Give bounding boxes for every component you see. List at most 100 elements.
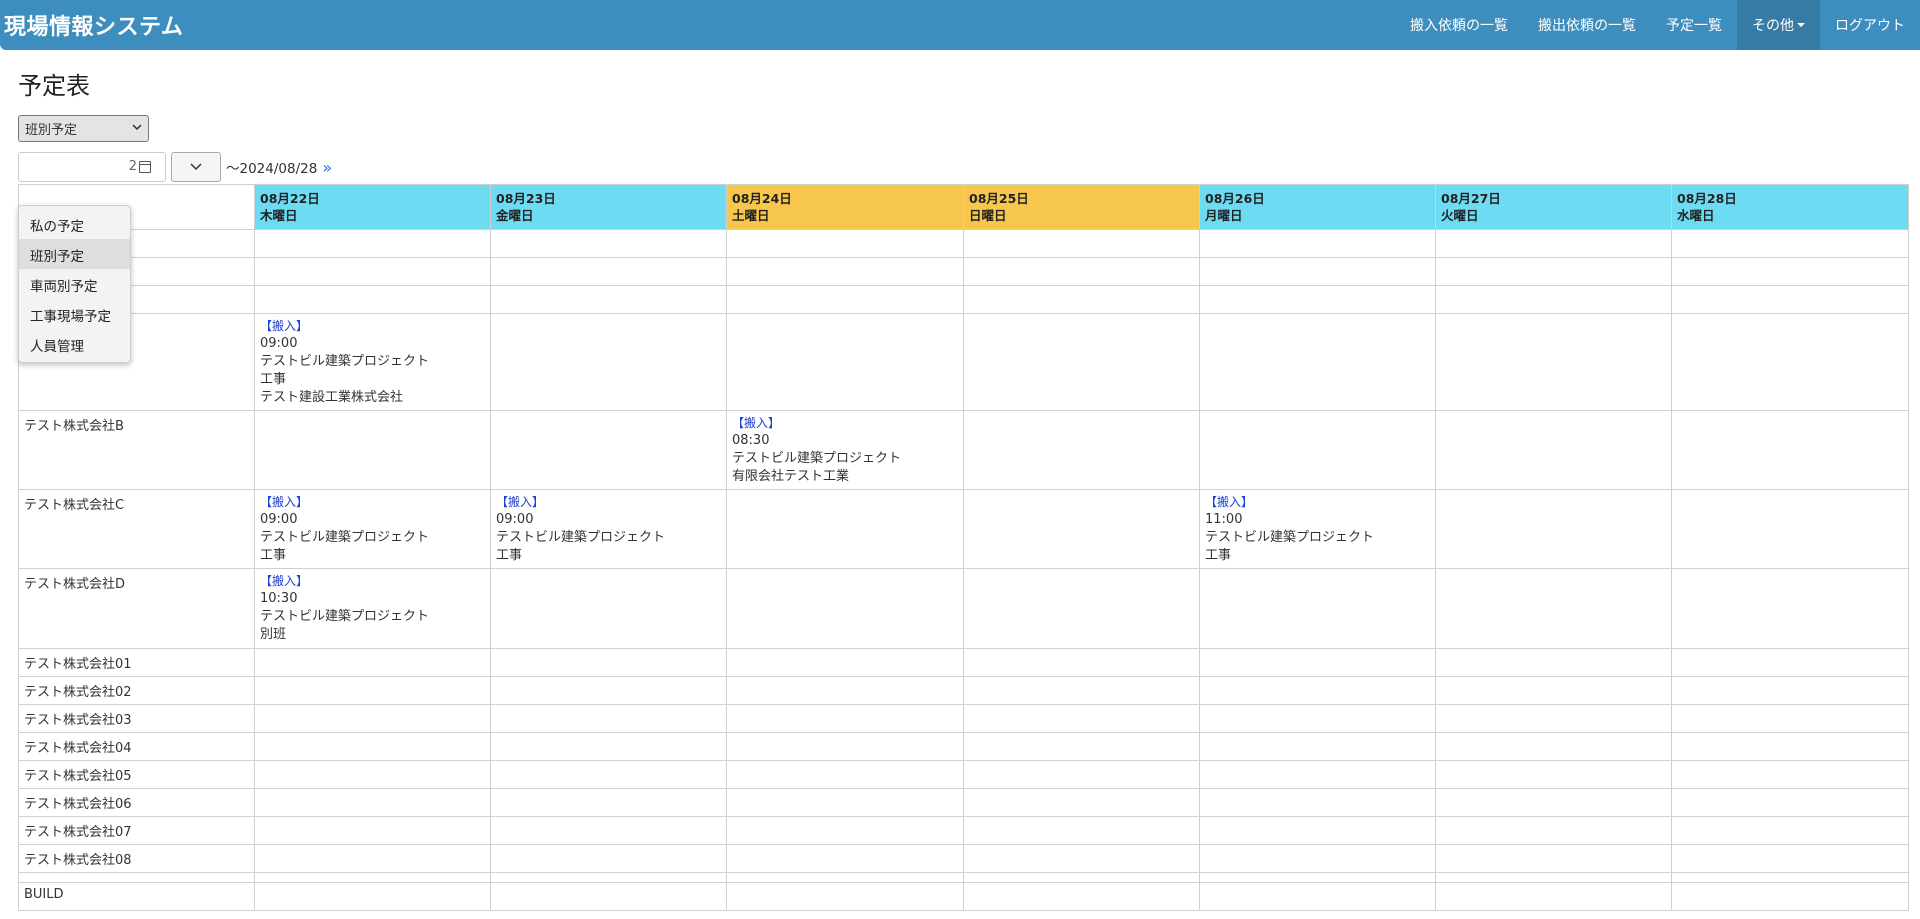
schedule-cell[interactable] bbox=[1671, 844, 1909, 873]
app-title[interactable]: 現場情報システム bbox=[0, 9, 183, 41]
schedule-cell[interactable] bbox=[963, 704, 1200, 733]
nav-logout[interactable]: ログアウト bbox=[1820, 0, 1920, 50]
schedule-cell[interactable] bbox=[1671, 872, 1909, 883]
schedule-cell[interactable] bbox=[490, 648, 727, 677]
schedule-cell[interactable] bbox=[963, 313, 1200, 411]
schedule-cell[interactable] bbox=[963, 648, 1200, 677]
nav-other-dropdown[interactable]: その他 bbox=[1737, 0, 1820, 50]
schedule-cell[interactable]: 【搬入】 08:30 テストビル建築プロジェクト 有限会社テスト工業 bbox=[726, 410, 964, 490]
period-select[interactable] bbox=[171, 152, 221, 182]
schedule-cell[interactable] bbox=[1435, 704, 1672, 733]
event-type-tag[interactable]: 【搬入】 bbox=[496, 493, 721, 511]
option-my-schedule[interactable]: 私の予定 bbox=[19, 209, 130, 239]
schedule-cell[interactable] bbox=[726, 788, 964, 817]
option-site-schedule[interactable]: 工事現場予定 bbox=[19, 299, 130, 329]
schedule-cell[interactable] bbox=[1671, 760, 1909, 789]
schedule-cell[interactable] bbox=[254, 704, 491, 733]
schedule-cell[interactable] bbox=[254, 844, 491, 873]
schedule-cell[interactable] bbox=[490, 285, 727, 314]
schedule-cell[interactable] bbox=[254, 732, 491, 761]
schedule-cell[interactable] bbox=[726, 704, 964, 733]
event-type-tag[interactable]: 【搬入】 bbox=[732, 414, 958, 432]
schedule-cell[interactable] bbox=[254, 676, 491, 705]
event-type-tag[interactable]: 【搬入】 bbox=[260, 317, 485, 335]
schedule-cell[interactable] bbox=[1671, 816, 1909, 845]
schedule-cell[interactable] bbox=[1199, 676, 1436, 705]
schedule-cell[interactable] bbox=[490, 732, 727, 761]
schedule-cell[interactable] bbox=[1435, 410, 1672, 490]
schedule-cell[interactable] bbox=[1671, 676, 1909, 705]
schedule-cell[interactable] bbox=[726, 760, 964, 789]
schedule-cell[interactable] bbox=[1671, 257, 1909, 286]
view-select[interactable]: 班別予定 bbox=[18, 115, 149, 142]
schedule-cell[interactable] bbox=[1199, 313, 1436, 411]
schedule-cell[interactable]: 【搬入】 09:00 テストビル建築プロジェクト 工事 bbox=[490, 489, 727, 569]
schedule-cell[interactable] bbox=[490, 257, 727, 286]
schedule-cell[interactable] bbox=[726, 816, 964, 845]
schedule-cell[interactable] bbox=[1671, 229, 1909, 258]
schedule-cell[interactable] bbox=[1671, 882, 1909, 911]
schedule-cell[interactable]: 【搬入】 11:00 テストビル建築プロジェクト 工事 bbox=[1199, 489, 1436, 569]
schedule-cell[interactable] bbox=[1199, 410, 1436, 490]
schedule-cell[interactable] bbox=[254, 410, 491, 490]
schedule-cell[interactable] bbox=[963, 816, 1200, 845]
schedule-cell[interactable] bbox=[726, 257, 964, 286]
event-type-tag[interactable]: 【搬入】 bbox=[260, 572, 485, 590]
schedule-cell[interactable] bbox=[963, 788, 1200, 817]
schedule-cell[interactable] bbox=[1199, 568, 1436, 649]
schedule-cell[interactable] bbox=[1671, 489, 1909, 569]
schedule-cell[interactable] bbox=[1435, 257, 1672, 286]
schedule-cell[interactable] bbox=[726, 872, 964, 883]
event-type-tag[interactable]: 【搬入】 bbox=[1205, 493, 1430, 511]
schedule-cell[interactable] bbox=[1435, 229, 1672, 258]
schedule-cell[interactable] bbox=[254, 760, 491, 789]
schedule-cell[interactable] bbox=[963, 872, 1200, 883]
schedule-cell[interactable] bbox=[1199, 257, 1436, 286]
schedule-cell[interactable] bbox=[254, 872, 491, 883]
schedule-cell[interactable] bbox=[963, 410, 1200, 490]
option-staff-management[interactable]: 人員管理 bbox=[19, 329, 130, 359]
schedule-cell[interactable] bbox=[1435, 882, 1672, 911]
option-vehicle-schedule[interactable]: 車両別予定 bbox=[19, 269, 130, 299]
schedule-cell[interactable] bbox=[254, 816, 491, 845]
schedule-cell[interactable] bbox=[1199, 704, 1436, 733]
schedule-cell[interactable] bbox=[1435, 313, 1672, 411]
schedule-cell[interactable] bbox=[726, 844, 964, 873]
schedule-cell[interactable] bbox=[963, 760, 1200, 789]
schedule-cell[interactable] bbox=[726, 732, 964, 761]
schedule-cell[interactable] bbox=[1671, 648, 1909, 677]
schedule-cell[interactable] bbox=[1199, 816, 1436, 845]
schedule-cell[interactable] bbox=[726, 676, 964, 705]
schedule-cell[interactable] bbox=[963, 285, 1200, 314]
schedule-cell[interactable] bbox=[963, 882, 1200, 911]
schedule-cell[interactable] bbox=[963, 568, 1200, 649]
schedule-cell[interactable] bbox=[726, 648, 964, 677]
schedule-cell[interactable] bbox=[254, 648, 491, 677]
schedule-cell[interactable] bbox=[490, 704, 727, 733]
schedule-cell[interactable] bbox=[1671, 788, 1909, 817]
schedule-cell[interactable] bbox=[1435, 676, 1672, 705]
schedule-cell[interactable] bbox=[1199, 882, 1436, 911]
schedule-cell[interactable] bbox=[1435, 568, 1672, 649]
schedule-cell[interactable] bbox=[1671, 285, 1909, 314]
schedule-cell[interactable] bbox=[490, 760, 727, 789]
schedule-cell[interactable] bbox=[490, 872, 727, 883]
schedule-cell[interactable] bbox=[1671, 313, 1909, 411]
schedule-cell[interactable] bbox=[254, 285, 491, 314]
schedule-cell[interactable] bbox=[726, 489, 964, 569]
schedule-cell[interactable]: 【搬入】 09:00 テストビル建築プロジェクト 工事 テスト建設工業株式会社 bbox=[254, 313, 491, 411]
schedule-cell[interactable] bbox=[1435, 816, 1672, 845]
schedule-cell[interactable] bbox=[726, 285, 964, 314]
schedule-cell[interactable] bbox=[1671, 568, 1909, 649]
schedule-cell[interactable] bbox=[1199, 732, 1436, 761]
schedule-cell[interactable] bbox=[963, 844, 1200, 873]
schedule-cell[interactable] bbox=[963, 257, 1200, 286]
nav-export-requests[interactable]: 搬出依頼の一覧 bbox=[1523, 0, 1651, 50]
schedule-cell[interactable] bbox=[490, 313, 727, 411]
schedule-cell[interactable] bbox=[726, 313, 964, 411]
schedule-cell[interactable] bbox=[254, 788, 491, 817]
schedule-cell[interactable] bbox=[1435, 732, 1672, 761]
schedule-cell[interactable] bbox=[254, 882, 491, 911]
schedule-cell[interactable] bbox=[1435, 760, 1672, 789]
schedule-cell[interactable] bbox=[254, 257, 491, 286]
